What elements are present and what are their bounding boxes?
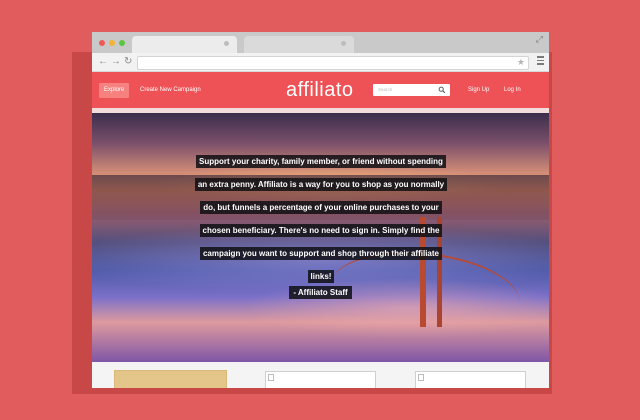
quote-line: campaign you want to support and shop th… (199, 246, 442, 260)
maximize-window-button[interactable] (119, 40, 125, 46)
tab-close-icon[interactable] (341, 41, 346, 46)
quote-line: do, but funnels a percentage of your onl… (200, 200, 442, 214)
campaign-card[interactable] (265, 371, 376, 388)
nav-explore[interactable]: Explore (99, 83, 130, 98)
quote-line: an extra penny. Affiliato is a way for y… (194, 177, 448, 191)
close-window-button[interactable] (99, 40, 105, 46)
tab-strip: ⤢ (92, 32, 549, 53)
arrow-left-icon[interactable]: ← (98, 56, 108, 68)
quote-line: chosen beneficiary. There's no need to s… (199, 223, 443, 237)
site-logo[interactable]: affiliato (286, 77, 354, 103)
tab-close-icon[interactable] (224, 41, 229, 46)
browser-toolbar: ← → ↻ ★ (92, 53, 549, 72)
campaign-card[interactable] (415, 371, 526, 388)
nav-sign-up[interactable]: Sign Up (468, 83, 489, 98)
search-input[interactable]: Search (373, 84, 450, 96)
quote-credit-text: - Affiliato Staff (289, 286, 352, 299)
nav-create-campaign[interactable]: Create New Campaign (140, 83, 201, 98)
minimize-window-button[interactable] (109, 40, 115, 46)
quote-line: Support your charity, family member, or … (196, 155, 446, 168)
nav-log-in[interactable]: Log In (504, 83, 521, 98)
search-icon[interactable] (438, 86, 446, 94)
arrow-right-icon[interactable]: → (111, 56, 121, 68)
quote-line: links! (307, 269, 335, 283)
address-bar[interactable]: ★ (137, 56, 529, 70)
reload-icon[interactable]: ↻ (124, 56, 132, 68)
browser-tab-new[interactable] (244, 36, 354, 53)
campaign-card[interactable] (114, 370, 227, 388)
hamburger-menu-icon[interactable] (537, 56, 544, 67)
image-placeholder-icon (418, 374, 424, 381)
quote-credit: - Affiliato Staff (92, 286, 549, 300)
expand-icon[interactable]: ⤢ (536, 35, 543, 44)
browser-window: ⤢ ← → ↻ ★ Explore Create New Campaign af… (92, 32, 549, 388)
search-placeholder: Search (378, 87, 393, 92)
site-header: Explore Create New Campaign affiliato Se… (92, 72, 549, 108)
hero-banner: Support your charity, family member, or … (92, 113, 549, 362)
image-placeholder-icon (268, 374, 274, 381)
affiliato-page: Explore Create New Campaign affiliato Se… (92, 72, 549, 388)
hero-quote: Support your charity, family member, or … (190, 151, 452, 288)
browser-tab-active[interactable] (132, 36, 237, 53)
campaign-cards (92, 362, 549, 388)
star-icon[interactable]: ★ (517, 57, 525, 68)
